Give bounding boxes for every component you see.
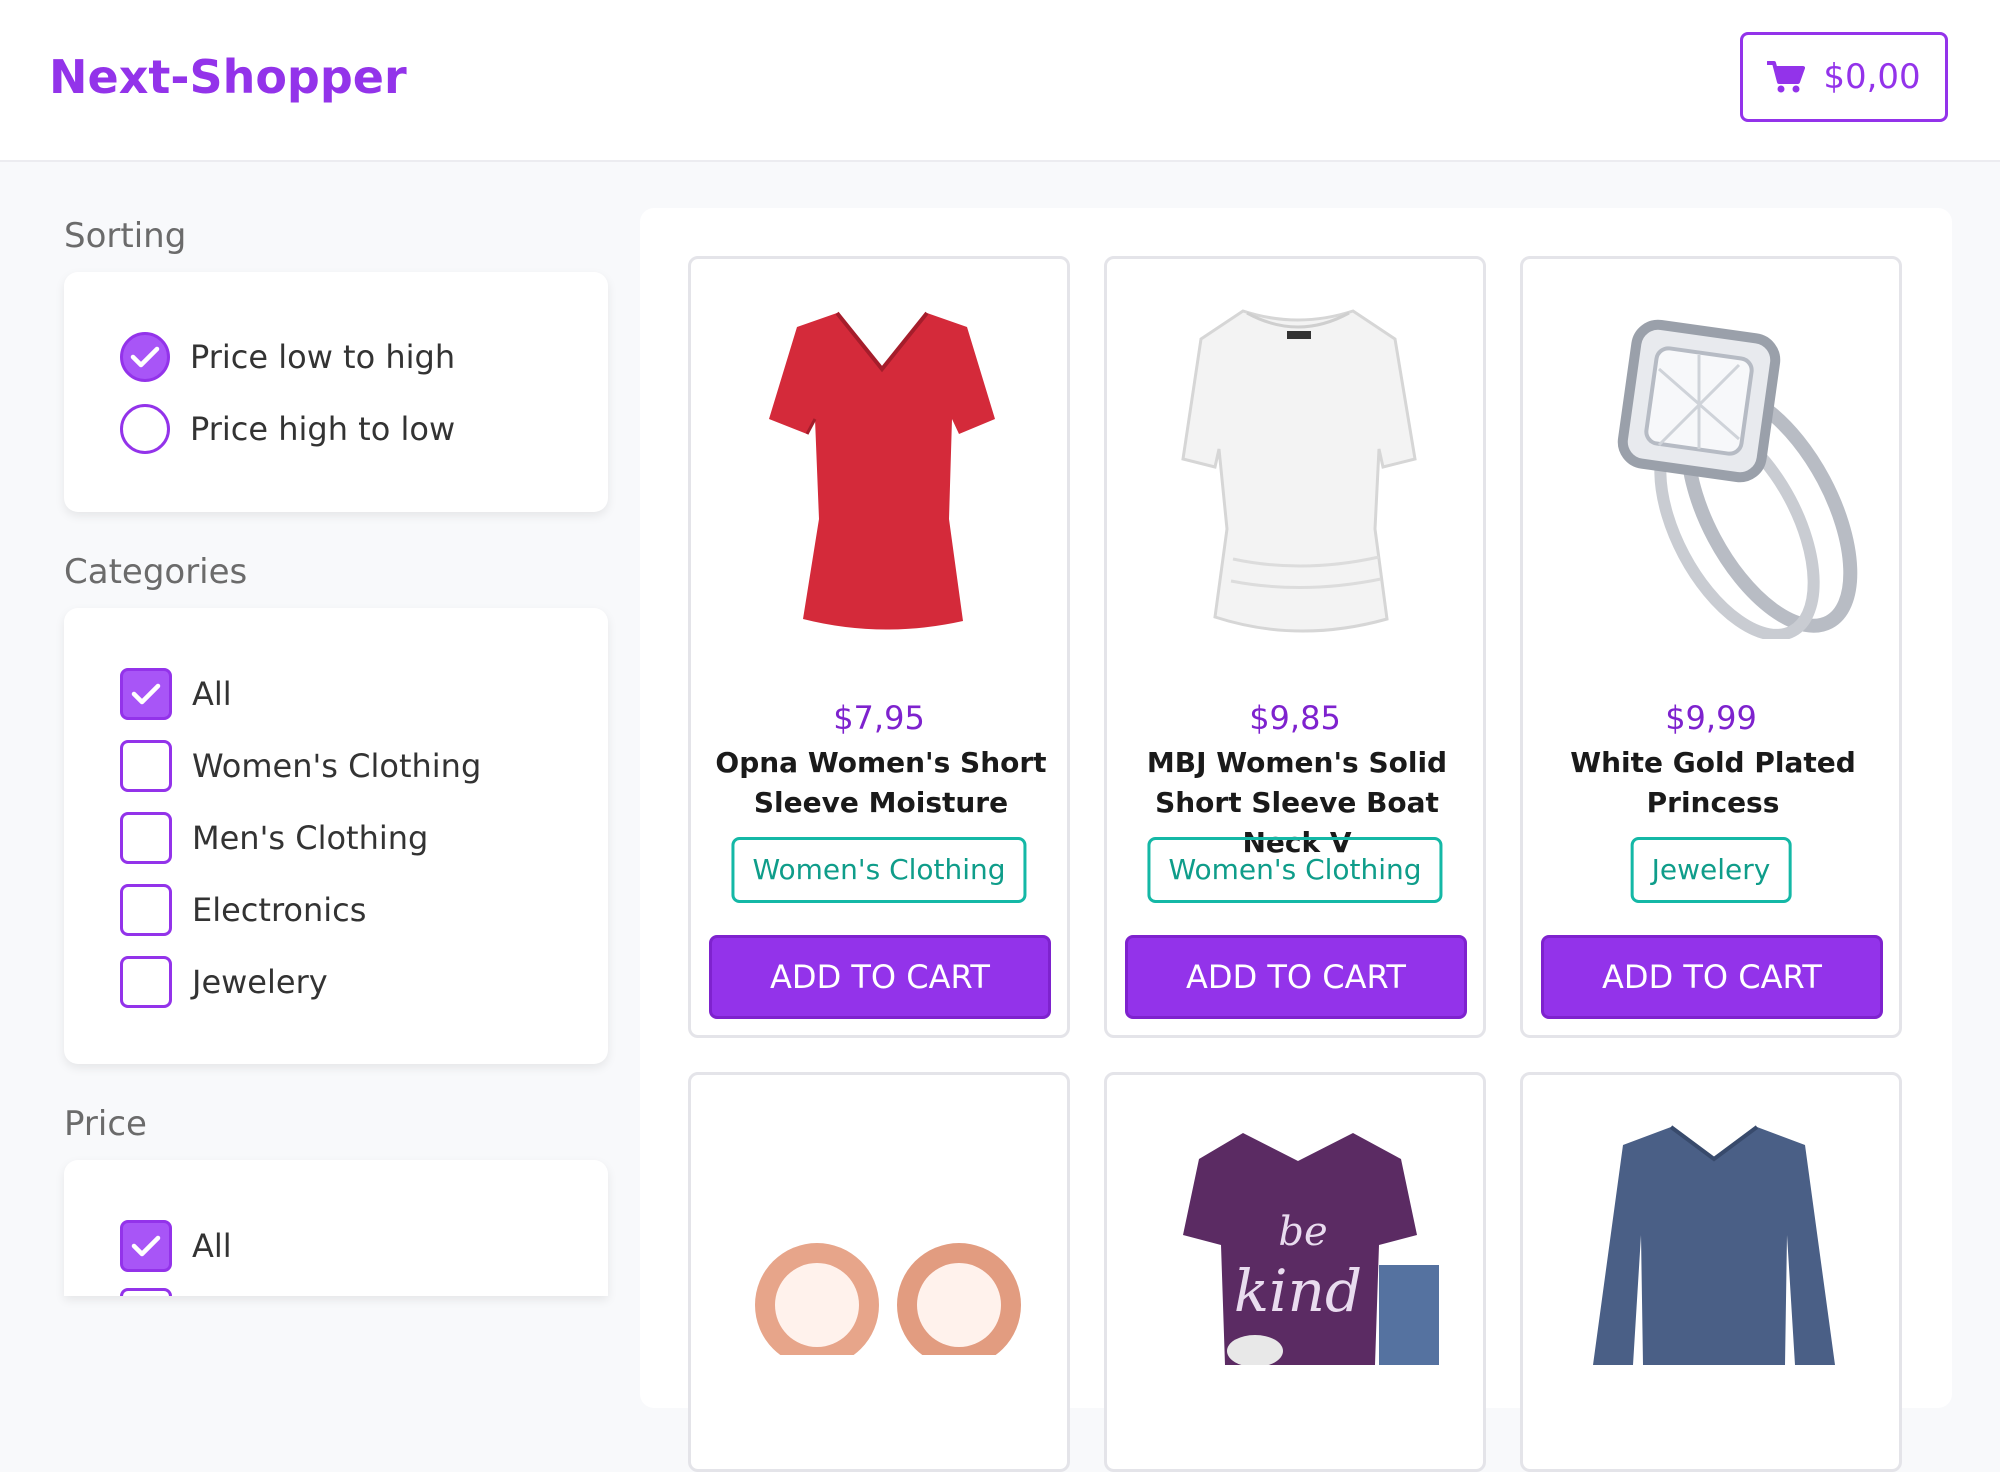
radio-unselected[interactable] <box>120 404 170 454</box>
product-card[interactable] <box>1520 1072 1902 1472</box>
sorting-panel: Price low to high Price high to low <box>64 272 608 512</box>
checkbox-unchecked[interactable] <box>120 956 172 1008</box>
price-label: All <box>192 1227 232 1265</box>
red-tshirt-image <box>769 311 995 630</box>
checkbox-checked[interactable] <box>120 668 172 720</box>
checkbox-unchecked[interactable] <box>120 812 172 864</box>
category-option-all[interactable]: All <box>120 666 232 722</box>
product-card[interactable]: be kind <box>1104 1072 1486 1472</box>
radio-selected[interactable] <box>120 332 170 382</box>
check-icon <box>130 346 160 368</box>
purple-be-kind-tshirt-image: be kind <box>1183 1133 1439 1365</box>
category-option-womens[interactable]: Women's Clothing <box>120 738 481 794</box>
shopping-cart-icon <box>1767 61 1806 93</box>
product-card[interactable]: $7,95 Opna Women's Short Sleeve Moisture… <box>688 256 1070 1038</box>
category-badge[interactable]: Jewelery <box>1630 837 1792 903</box>
price-title: Price <box>64 1104 147 1144</box>
category-label: Jewelery <box>192 963 328 1001</box>
sort-option-label: Price low to high <box>190 338 456 376</box>
category-label: Electronics <box>192 891 367 929</box>
diamond-ring-image <box>1617 319 1858 639</box>
rose-gold-plugs-image <box>755 1243 1021 1355</box>
checkbox-checked[interactable] <box>120 1220 172 1272</box>
white-tshirt-image <box>1181 309 1417 633</box>
add-to-cart-button[interactable]: ADD TO CART <box>709 935 1051 1019</box>
sort-option-low-high[interactable]: Price low to high <box>120 329 455 385</box>
product-card[interactable]: $9,99 White Gold Plated Princess Jeweler… <box>1520 256 1902 1038</box>
categories-panel: All Women's Clothing Men's Clothing Elec… <box>64 608 608 1064</box>
check-icon <box>131 683 161 705</box>
category-label: Women's Clothing <box>192 747 482 785</box>
category-option-electronics[interactable]: Electronics <box>120 882 366 938</box>
product-price: $9,99 <box>1665 699 1757 737</box>
product-price: $9,85 <box>1249 699 1341 737</box>
check-icon <box>131 1235 161 1257</box>
category-label: All <box>192 675 232 713</box>
sort-option-label: Price high to low <box>190 410 456 448</box>
checkbox-unchecked[interactable] <box>120 740 172 792</box>
product-price: $7,95 <box>833 699 925 737</box>
add-to-cart-button[interactable]: ADD TO CART <box>1541 935 1883 1019</box>
price-panel: All <box>64 1160 608 1296</box>
checkbox-unchecked[interactable] <box>120 884 172 936</box>
cart-button[interactable]: $0,00 <box>1740 32 1948 122</box>
product-grid: $7,95 Opna Women's Short Sleeve Moisture… <box>640 208 1952 1472</box>
category-label: Men's Clothing <box>192 819 429 857</box>
be-kind-graphic: kind <box>1234 1257 1362 1325</box>
blue-longsleeve-image <box>1593 1125 1835 1365</box>
product-card[interactable]: $9,85 MBJ Women's Solid Short Sleeve Boa… <box>1104 256 1486 1038</box>
category-badge[interactable]: Women's Clothing <box>1147 837 1443 903</box>
add-to-cart-button[interactable]: ADD TO CART <box>1125 935 1467 1019</box>
be-kind-graphic: be <box>1278 1209 1327 1255</box>
sorting-title: Sorting <box>64 216 187 256</box>
product-name[interactable]: Opna Women's Short Sleeve Moisture <box>711 743 1051 823</box>
category-option-jewelery[interactable]: Jewelery <box>120 954 328 1010</box>
category-badge[interactable]: Women's Clothing <box>731 837 1027 903</box>
cart-total: $0,00 <box>1823 57 1921 97</box>
categories-title: Categories <box>64 552 248 592</box>
sort-option-high-low[interactable]: Price high to low <box>120 401 455 457</box>
product-name[interactable]: White Gold Plated Princess <box>1543 743 1883 823</box>
price-option-all[interactable]: All <box>120 1218 232 1274</box>
top-header: Next-Shopper $0,00 <box>0 0 2000 162</box>
product-card[interactable] <box>688 1072 1070 1472</box>
category-option-mens[interactable]: Men's Clothing <box>120 810 428 866</box>
brand-logo[interactable]: Next-Shopper <box>49 50 407 104</box>
checkbox-unchecked[interactable] <box>120 1288 172 1296</box>
